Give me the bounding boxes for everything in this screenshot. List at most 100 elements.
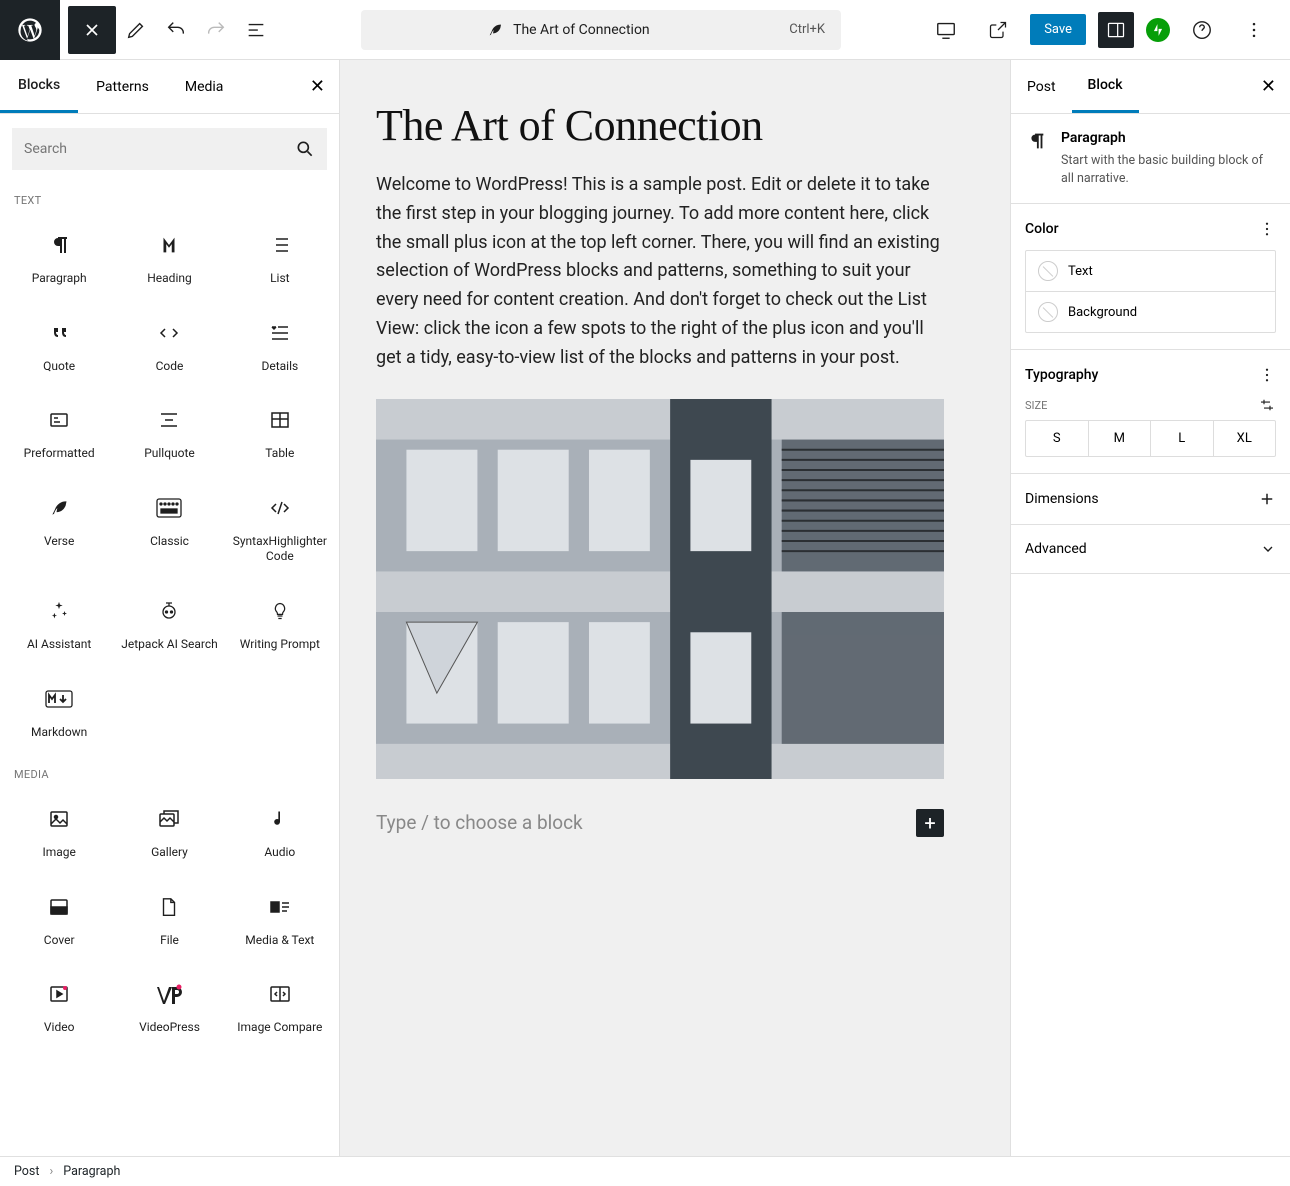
dimensions-label: Dimensions: [1025, 491, 1099, 507]
tab-blocks[interactable]: Blocks: [0, 60, 78, 113]
block-item-ai[interactable]: AI Assistant: [4, 579, 114, 667]
breadcrumb-paragraph[interactable]: Paragraph: [63, 1164, 120, 1179]
videopress-icon: [156, 980, 182, 1008]
block-item-audio[interactable]: Audio: [225, 787, 335, 875]
post-paragraph[interactable]: Welcome to WordPress! This is a sample p…: [376, 171, 944, 373]
tab-post[interactable]: Post: [1011, 60, 1072, 113]
close-settings-icon[interactable]: ✕: [1247, 76, 1290, 97]
block-item-markdown[interactable]: Markdown: [4, 667, 114, 755]
open-external-button[interactable]: [978, 10, 1018, 50]
paragraph-icon: [1025, 130, 1049, 156]
search-input[interactable]: [24, 141, 295, 157]
document-title-bar[interactable]: The Art of Connection Ctrl+K: [361, 10, 841, 50]
dimensions-panel[interactable]: Dimensions: [1011, 474, 1290, 525]
block-item-label: List: [270, 271, 290, 287]
block-item-image-compare[interactable]: Image Compare: [225, 962, 335, 1050]
typography-panel-options-icon[interactable]: [1258, 366, 1276, 384]
top-toolbar: The Art of Connection Ctrl+K Save: [0, 0, 1290, 60]
block-item-syntax[interactable]: SyntaxHighlighter Code: [225, 476, 335, 579]
ai-icon: [48, 597, 70, 625]
paragraph-icon: [47, 231, 71, 259]
add-block-button[interactable]: +: [916, 809, 944, 837]
edit-mode-button[interactable]: [116, 10, 156, 50]
save-button[interactable]: Save: [1030, 14, 1086, 45]
block-item-label: Quote: [43, 359, 75, 375]
video-icon: [47, 980, 71, 1008]
inserter-tabs: Blocks Patterns Media ✕: [0, 60, 339, 114]
block-item-image[interactable]: Image: [4, 787, 114, 875]
color-background-row[interactable]: Background: [1026, 291, 1275, 332]
editor-canvas-wrap[interactable]: The Art of Connection Welcome to WordPre…: [340, 60, 1010, 1156]
syntax-icon: [268, 494, 292, 522]
search-box[interactable]: [12, 128, 327, 170]
wordpress-logo[interactable]: [0, 0, 60, 60]
block-item-label: Markdown: [31, 725, 87, 741]
typography-panel-title: Typography: [1025, 367, 1098, 383]
block-item-jetpack-ai[interactable]: Jetpack AI Search: [114, 579, 224, 667]
color-panel-options-icon[interactable]: [1258, 220, 1276, 238]
undo-button[interactable]: [156, 10, 196, 50]
gallery-icon: [157, 805, 181, 833]
block-item-label: Writing Prompt: [240, 637, 320, 653]
close-inserter-icon[interactable]: ✕: [296, 76, 339, 97]
empty-swatch-icon: [1038, 302, 1058, 322]
block-item-heading[interactable]: Heading: [114, 213, 224, 301]
view-button[interactable]: [926, 10, 966, 50]
size-l[interactable]: L: [1150, 421, 1213, 456]
image-icon: [47, 805, 71, 833]
custom-size-icon[interactable]: [1258, 396, 1276, 414]
block-item-verse[interactable]: Verse: [4, 476, 114, 579]
block-item-videopress[interactable]: VideoPress: [114, 962, 224, 1050]
jetpack-icon[interactable]: [1146, 18, 1170, 42]
block-item-details[interactable]: Details: [225, 301, 335, 389]
tab-media[interactable]: Media: [167, 60, 242, 113]
redo-button[interactable]: [196, 10, 236, 50]
block-item-media-text[interactable]: Media & Text: [225, 875, 335, 963]
block-item-video[interactable]: Video: [4, 962, 114, 1050]
block-item-code[interactable]: Code: [114, 301, 224, 389]
file-icon: [158, 893, 180, 921]
block-item-label: Media & Text: [245, 933, 314, 949]
tab-block[interactable]: Block: [1072, 60, 1139, 113]
breadcrumb-post[interactable]: Post: [14, 1164, 39, 1179]
block-item-pullquote[interactable]: Pullquote: [114, 388, 224, 476]
document-title: The Art of Connection: [513, 22, 650, 38]
block-item-file[interactable]: File: [114, 875, 224, 963]
block-item-preformatted[interactable]: Preformatted: [4, 388, 114, 476]
preformatted-icon: [47, 406, 71, 434]
post-image-block[interactable]: [376, 399, 944, 779]
close-inserter-button[interactable]: [68, 6, 116, 54]
block-item-label: Cover: [44, 933, 75, 949]
size-label: SIZE: [1025, 399, 1047, 412]
block-item-label: Table: [265, 446, 294, 462]
block-item-classic[interactable]: Classic: [114, 476, 224, 579]
block-item-quote[interactable]: Quote: [4, 301, 114, 389]
options-button[interactable]: [1234, 10, 1274, 50]
audio-icon: [270, 805, 290, 833]
block-item-list[interactable]: List: [225, 213, 335, 301]
block-inserter-panel: Blocks Patterns Media ✕ TEXTParagraphHea…: [0, 60, 340, 1156]
block-item-cover[interactable]: Cover: [4, 875, 114, 963]
post-title[interactable]: The Art of Connection: [376, 100, 944, 151]
chevron-down-icon: [1260, 541, 1276, 557]
block-item-paragraph[interactable]: Paragraph: [4, 213, 114, 301]
block-item-gallery[interactable]: Gallery: [114, 787, 224, 875]
block-item-label: File: [160, 933, 179, 949]
block-name: Paragraph: [1061, 130, 1276, 146]
settings-sidebar-toggle[interactable]: [1098, 12, 1134, 48]
advanced-panel[interactable]: Advanced: [1011, 525, 1290, 574]
help-button[interactable]: [1182, 10, 1222, 50]
block-item-label: AI Assistant: [27, 637, 91, 653]
block-item-bulb[interactable]: Writing Prompt: [225, 579, 335, 667]
size-m[interactable]: M: [1088, 421, 1151, 456]
inserter-scroll[interactable]: TEXTParagraphHeadingListQuoteCodeDetails…: [0, 180, 339, 1156]
color-text-row[interactable]: Text: [1026, 251, 1275, 291]
table-icon: [268, 406, 292, 434]
block-item-table[interactable]: Table: [225, 388, 335, 476]
list-view-button[interactable]: [236, 10, 276, 50]
tab-patterns[interactable]: Patterns: [78, 60, 167, 113]
size-s[interactable]: S: [1026, 421, 1088, 456]
size-xl[interactable]: XL: [1213, 421, 1276, 456]
empty-block-prompt[interactable]: Type / to choose a block +: [376, 809, 944, 837]
cover-icon: [47, 893, 71, 921]
